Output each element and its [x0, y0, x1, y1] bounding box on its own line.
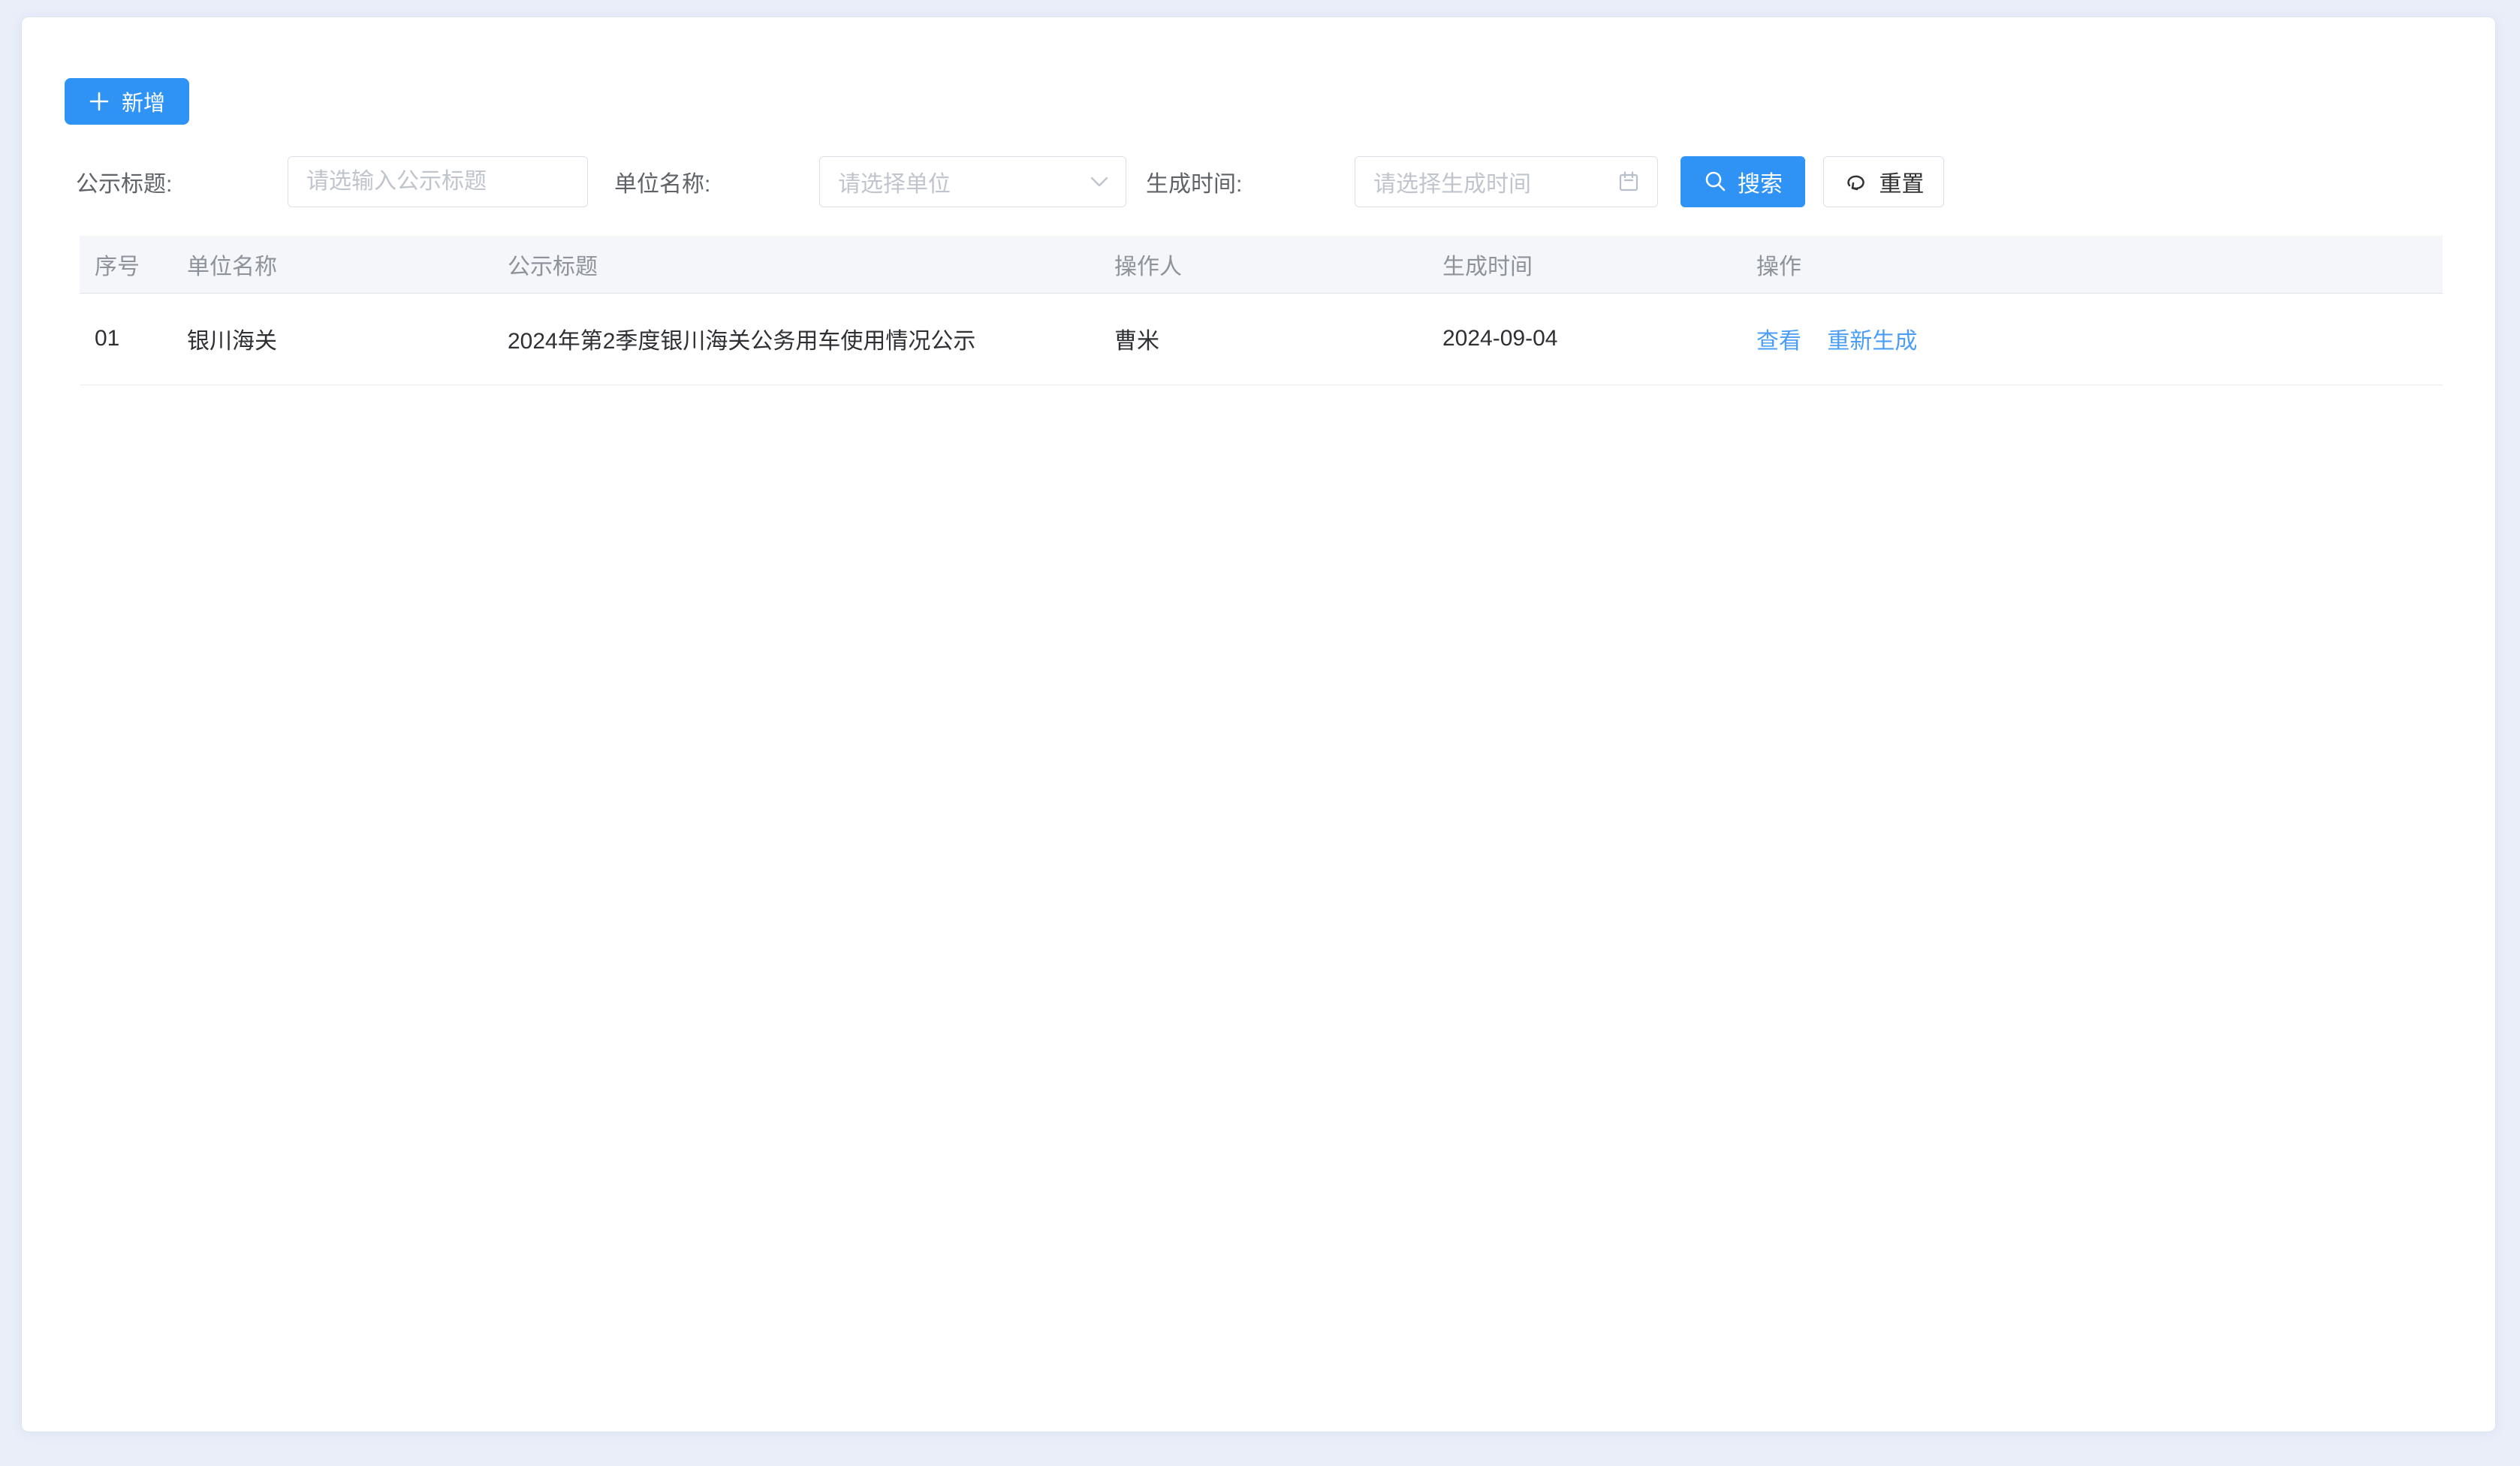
publicity-table: 序号 单位名称 公示标题 操作人 生成时间 操作 01 银川海关 2024年第2…	[80, 236, 2443, 385]
cell-unit: 银川海关	[187, 293, 508, 385]
search-icon	[1703, 170, 1727, 194]
unit-select[interactable]: 请选择单位	[819, 156, 1126, 207]
filter-bar: 公示标题: 单位名称: 请选择单位 生成时间: 请选择生成时间	[76, 156, 2441, 207]
column-header-unit: 单位名称	[187, 236, 508, 293]
time-date-picker[interactable]: 请选择生成时间	[1355, 156, 1658, 207]
reset-button-label: 重置	[1879, 165, 1925, 198]
unit-select-placeholder: 请选择单位	[838, 165, 951, 198]
time-date-placeholder: 请选择生成时间	[1373, 165, 1531, 198]
reset-button[interactable]: 重置	[1823, 156, 1944, 207]
content-card: 新增 公示标题: 单位名称: 请选择单位 生成时间: 请选择生成时间	[21, 17, 2496, 1432]
column-header-operator: 操作人	[1114, 236, 1442, 293]
cell-operator: 曹米	[1114, 293, 1442, 385]
search-button[interactable]: 搜索	[1681, 156, 1805, 207]
cell-time: 2024-09-04	[1442, 293, 1756, 385]
refresh-icon	[1843, 170, 1869, 193]
view-link[interactable]: 查看	[1756, 322, 1801, 355]
cell-actions: 查看 重新生成	[1756, 293, 2443, 385]
table-row: 01 银川海关 2024年第2季度银川海关公务用车使用情况公示 曹米 2024-…	[80, 293, 2443, 385]
title-filter-input[interactable]	[288, 156, 588, 207]
column-header-title: 公示标题	[508, 236, 1114, 293]
plus-icon	[89, 91, 110, 112]
unit-filter-label: 单位名称:	[614, 165, 819, 198]
chevron-down-icon	[1090, 176, 1109, 188]
add-button-label: 新增	[122, 86, 165, 117]
title-filter-label: 公示标题:	[76, 165, 288, 198]
column-header-index: 序号	[80, 236, 187, 293]
table-header-row: 序号 单位名称 公示标题 操作人 生成时间 操作	[80, 236, 2443, 293]
column-header-actions: 操作	[1756, 236, 2443, 293]
search-button-label: 搜索	[1738, 165, 1783, 198]
cell-title: 2024年第2季度银川海关公务用车使用情况公示	[508, 293, 1114, 385]
add-button[interactable]: 新增	[65, 78, 189, 125]
regenerate-link[interactable]: 重新生成	[1827, 322, 1917, 355]
time-filter-label: 生成时间:	[1146, 165, 1355, 198]
column-header-time: 生成时间	[1442, 236, 1756, 293]
cell-index: 01	[80, 293, 187, 385]
calendar-icon	[1617, 170, 1641, 194]
